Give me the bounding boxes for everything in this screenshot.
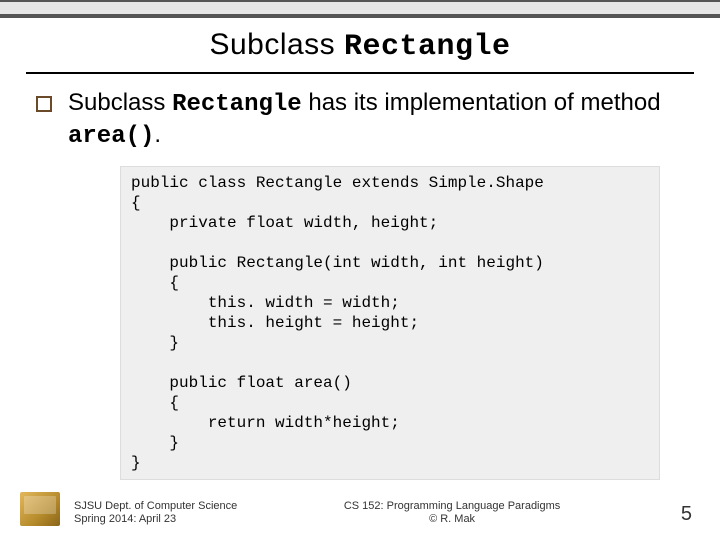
footer-left-line1: SJSU Dept. of Computer Science <box>74 500 237 513</box>
slide: Subclass Rectangle Subclass Rectangle ha… <box>0 0 720 540</box>
top-accent-bar <box>0 0 720 18</box>
footer: SJSU Dept. of Computer Science Spring 20… <box>0 492 720 526</box>
title-classname: Rectangle <box>344 30 511 64</box>
bullet-prefix: Subclass <box>68 89 172 116</box>
code-block: public class Rectangle extends Simple.Sh… <box>120 166 660 480</box>
slide-title: Subclass Rectangle <box>0 28 720 64</box>
footer-center: CS 152: Programming Language Paradigms ©… <box>237 500 667 526</box>
bullet-text: Subclass Rectangle has its implementatio… <box>68 88 684 152</box>
footer-center-line1: CS 152: Programming Language Paradigms <box>237 500 667 513</box>
footer-center-line2: © R. Mak <box>237 513 667 526</box>
sjsu-logo <box>20 492 60 526</box>
bullet-suffix: . <box>154 121 161 148</box>
bullet-mid: has its implementation of method <box>302 89 661 116</box>
bullet-marker <box>36 96 52 112</box>
title-area: Subclass Rectangle <box>0 18 720 70</box>
bullet-method: area() <box>68 123 154 150</box>
footer-left: SJSU Dept. of Computer Science Spring 20… <box>74 500 237 526</box>
bullet-row: Subclass Rectangle has its implementatio… <box>36 88 684 152</box>
footer-left-line2: Spring 2014: April 23 <box>74 513 237 526</box>
bullet-classname: Rectangle <box>172 91 302 118</box>
title-prefix: Subclass <box>209 28 344 61</box>
body: Subclass Rectangle has its implementatio… <box>0 74 720 480</box>
page-number: 5 <box>681 503 692 526</box>
